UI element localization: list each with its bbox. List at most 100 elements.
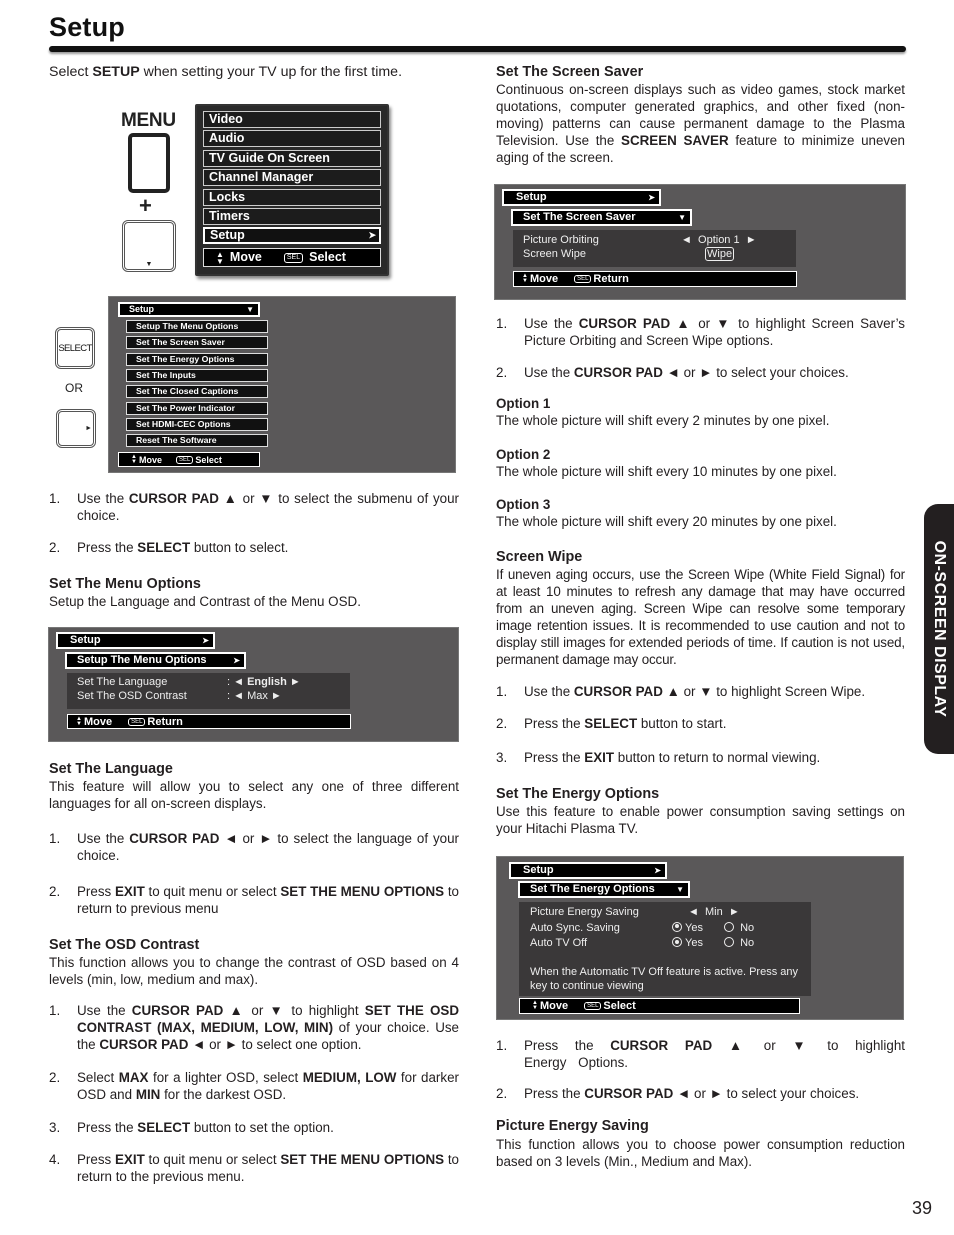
sel-badge-icon: SEL [584, 1002, 602, 1010]
menu-item-audio[interactable]: Audio [203, 130, 381, 148]
osd-header: Setup ➤ [56, 632, 215, 649]
step-text: Press EXIT to quit menu or select SET TH… [77, 1152, 460, 1184]
osd-row-auto-sync: Auto Sync. Saving Yes No [530, 921, 811, 937]
energy-options-osd: Setup ➤ Set The Energy Options ▼ Picture E… [496, 856, 904, 1020]
submenu-item-screen-saver[interactable]: Set The Screen Saver [126, 336, 268, 349]
option-1-text: The whole picture will shift every 2 min… [496, 413, 830, 428]
left-arrow-icon: ◄ [233, 676, 245, 688]
submenu-item-energy-options[interactable]: Set The Energy Options [126, 353, 268, 366]
submenu-item-power-indicator[interactable]: Set The Power Indicator [126, 402, 268, 415]
select-button-icon: SELECT [55, 327, 95, 369]
step-text: Press the SELECT button to set the optio… [77, 1120, 334, 1135]
step-item: 3. Press the SELECT button to set the opt… [49, 1119, 459, 1136]
screen-wipe-steps: 1. Use the CURSOR PAD ▲ or ▼ to highlight… [496, 683, 905, 766]
heading-menu-options: Set The Menu Options [49, 576, 201, 592]
step-item: 2. Use the CURSOR PAD ◄ or ► to select yo… [496, 364, 905, 381]
menu-item-channel-manager[interactable]: Channel Manager [203, 169, 381, 187]
step-number: 4. [49, 1152, 61, 1167]
title-rule [49, 46, 906, 52]
menu-item-locks[interactable]: Locks [203, 188, 381, 206]
osd-body: Picture Orbiting ◄ Option 1 ► Screen Wip… [513, 230, 796, 267]
step-text: Use the CURSOR PAD ▲ or ▼ to highlight S… [77, 1003, 460, 1052]
step-number: 1. [49, 1003, 61, 1018]
step-number: 1. [496, 316, 508, 331]
step-number: 3. [49, 1120, 61, 1135]
right-arrow-icon: ► [289, 676, 301, 688]
osd-row-language[interactable]: Set The Language : ◄ English ► [77, 675, 350, 689]
step-number: 3. [496, 750, 508, 765]
auto-sync-yes-radio[interactable]: Yes [672, 921, 703, 937]
screen-wipe-desc: If uneven aging occurs, use the Screen W… [496, 567, 905, 667]
step-text: Select MAX for a lighter OSD, select MED… [77, 1070, 459, 1102]
auto-off-yes-radio[interactable]: Yes [672, 936, 703, 952]
sel-badge-icon: SEL [574, 275, 592, 283]
submenu-item-reset-software[interactable]: Reset The Software [126, 434, 268, 447]
wipe-button[interactable]: Wipe [705, 247, 735, 261]
step-number: 2. [496, 365, 508, 380]
auto-sync-no-radio[interactable]: No [724, 921, 754, 937]
screen-saver-osd: Setup ➤ Set The Screen Saver ▼ Picture Orb… [494, 184, 906, 300]
menu-button-icon [128, 133, 170, 193]
left-arrow-icon: ◄ [681, 234, 692, 246]
osd-contrast-steps: 1. Use the CURSOR PAD ▲ or ▼ to highlight… [49, 1002, 459, 1185]
osd-header: Setup ➤ [502, 189, 661, 206]
step-number: 1. [49, 831, 61, 846]
step-text: Press EXIT to quit menu or select SET TH… [77, 884, 460, 916]
step-item: 2. Press the CURSOR PAD ◄ or ► to select … [496, 1085, 905, 1102]
step-number: 2. [49, 1070, 61, 1085]
menu-item-setup[interactable]: Setup ➤ [203, 227, 381, 245]
page-title: Setup [49, 12, 126, 42]
cursor-right-button-icon: ► [56, 409, 96, 448]
submenu-item-menu-options[interactable]: Setup The Menu Options [126, 320, 268, 333]
osd-row-contrast[interactable]: Set The OSD Contrast : ◄ Max ► [77, 689, 350, 703]
auto-off-note: When the Automatic TV Off feature is act… [530, 965, 798, 992]
step-item: 1. Use the CURSOR PAD ▲ or ▼ to select th… [49, 491, 459, 523]
step-text: Press the SELECT button to start. [524, 716, 727, 731]
osd-subheader: Set The Energy Options ▼ [518, 881, 690, 898]
step-item: 1. Use the CURSOR PAD ▲ or ▼ to highlight… [49, 1002, 459, 1053]
chevron-down-icon: ▼ [676, 885, 684, 894]
submenu-item-closed-captions[interactable]: Set The Closed Captions [126, 385, 268, 398]
intro-text: Select SETUP when setting your TV up for… [49, 64, 403, 80]
energy-desc: Use this feature to enable power consump… [496, 804, 905, 836]
step-number: 1. [496, 684, 508, 699]
picture-energy-saving-desc: This function allows you to choose power… [496, 1137, 905, 1169]
osd-footer: ▲ ▼ Move SEL Return [67, 714, 351, 729]
submenu-item-inputs[interactable]: Set The Inputs [126, 369, 268, 382]
step-item: 2. Press EXIT to quit menu or select SET … [49, 883, 459, 917]
radio-checked-icon [672, 937, 682, 947]
osd-row-screen-wipe: Screen Wipe Wipe [523, 247, 735, 261]
main-menu-osd: Video Audio TV Guide On Screen Channel M… [195, 104, 389, 276]
step-text: Use the CURSOR PAD ◄ or ► to select the … [77, 831, 460, 863]
heading-energy-options: Set The Energy Options [496, 786, 660, 802]
osd-subheader: Setup The Menu Options ➤ [65, 652, 246, 669]
osd-row-picture-energy[interactable]: Picture Energy Saving ◄ Min ► [530, 905, 811, 921]
step-item: 2. Press the SELECT button to start. [496, 715, 905, 732]
step-text: Press the CURSOR PAD ◄ or ► to select yo… [524, 1086, 860, 1101]
submenu-item-hdmi-cec[interactable]: Set HDMI-CEC Options [126, 418, 268, 431]
menu-options-desc: Setup the Language and Contrast of the M… [49, 594, 361, 609]
heading-screen-saver: Set The Screen Saver [496, 64, 644, 80]
cursor-down-button-icon: ▼ [122, 220, 176, 272]
language-steps: 1. Use the CURSOR PAD ◄ or ► to select th… [49, 830, 459, 917]
right-arrow-icon: ► [745, 234, 757, 246]
step-number: 2. [496, 716, 508, 731]
screen-saver-steps: 1. Use the CURSOR PAD ▲ or ▼ to highlight… [496, 315, 905, 381]
auto-off-no-radio[interactable]: No [724, 936, 754, 952]
setup-header: Setup ▼ [118, 302, 260, 317]
plus-icon: + [139, 193, 152, 218]
section-side-tab: ON-SCREEN DISPLAY [924, 504, 954, 754]
sel-badge-icon: SEL [128, 717, 146, 726]
step-number: 2. [496, 1086, 508, 1101]
osd-row-picture-orbiting[interactable]: Picture Orbiting ◄ Option 1 ► [523, 233, 796, 247]
move-arrows-icon: ▲ ▼ [76, 715, 82, 727]
step-text: Use the CURSOR PAD ◄ or ► to select your… [524, 365, 849, 380]
sel-badge-icon: SEL [175, 455, 194, 464]
option-1-title: Option 1 [496, 396, 551, 411]
step-item: 2. Press the SELECT button to select. [49, 540, 289, 555]
menu-item-tv-guide[interactable]: TV Guide On Screen [203, 149, 381, 167]
menu-item-timers[interactable]: Timers [203, 207, 381, 225]
menu-item-video[interactable]: Video [203, 111, 381, 128]
osd-footer: ▲ ▼ Move SEL Return [513, 271, 797, 287]
chevron-right-icon: ➤ [233, 656, 240, 665]
